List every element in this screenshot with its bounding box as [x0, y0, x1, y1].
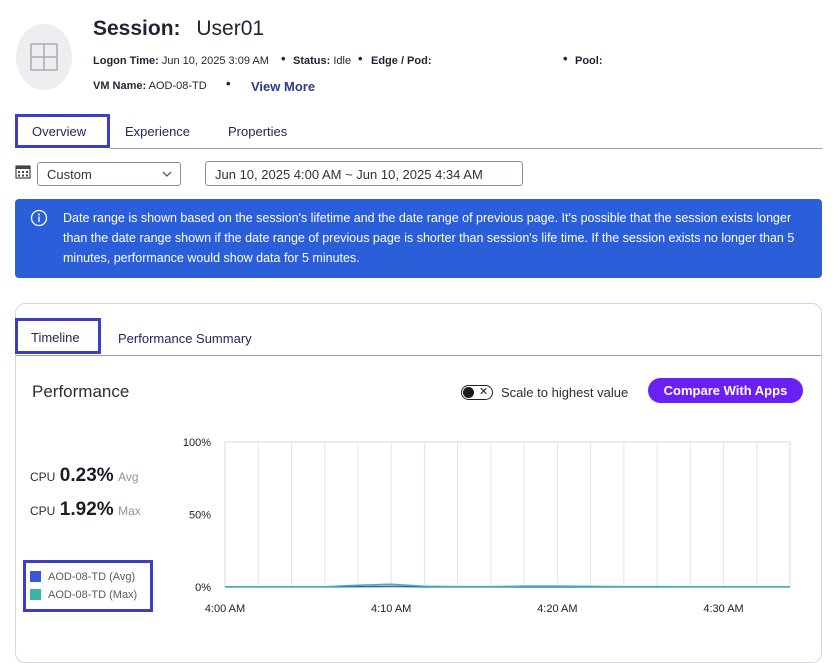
tab-experience[interactable]: Experience — [125, 124, 190, 139]
tab-properties[interactable]: Properties — [228, 124, 287, 139]
stat-value: 1.92% — [59, 499, 114, 520]
info-icon — [30, 209, 48, 227]
legend-item-max[interactable]: AOD-08-TD (Max) — [30, 589, 137, 601]
pool: Pool: — [575, 55, 603, 67]
status: Status: Idle — [293, 55, 352, 67]
tab-performance-summary[interactable]: Performance Summary — [118, 331, 252, 346]
view-more-link[interactable]: View More — [251, 79, 315, 94]
page-title: Session: User01 — [93, 17, 264, 41]
close-icon: ✕ — [479, 386, 489, 398]
info-banner: Date range is shown based on the session… — [15, 199, 822, 278]
compare-with-apps-button[interactable]: Compare With Apps — [648, 378, 803, 403]
tabs-divider — [110, 148, 822, 149]
y-tick-label: 50% — [189, 510, 211, 522]
cpu-line-chart: 100% 50% 0% 4:00 AM 4:10 AM 4:20 AM 4:30 AM — [183, 437, 791, 615]
title-label: Session: — [93, 17, 181, 40]
tab-timeline[interactable]: Timeline — [15, 318, 101, 354]
windows-icon — [30, 43, 58, 71]
x-tick-label: 4:10 AM — [371, 603, 411, 615]
separator-dot: • — [226, 76, 231, 91]
stat-label: CPU — [30, 470, 56, 484]
x-tick-label: 4:20 AM — [537, 603, 577, 615]
tab-overview[interactable]: Overview — [15, 114, 110, 148]
stat-kind: Avg — [118, 470, 139, 484]
title-value: User01 — [196, 17, 265, 40]
logon-time: Logon Time: Jun 10, 2025 3:09 AM — [93, 55, 269, 67]
performance-title: Performance — [32, 382, 130, 401]
date-range-input[interactable]: Jun 10, 2025 4:00 AM ~ Jun 10, 2025 4:34… — [205, 161, 523, 186]
calendar-icon[interactable] — [15, 164, 31, 179]
separator-dot: • — [358, 51, 363, 66]
y-tick-label: 0% — [195, 582, 211, 594]
y-tick-label: 100% — [183, 437, 211, 449]
legend-label: AOD-08-TD (Max) — [48, 589, 138, 601]
x-tick-label: 4:30 AM — [703, 603, 743, 615]
chart-legend: AOD-08-TD (Avg) AOD-08-TD (Max) — [23, 560, 153, 612]
legend-swatch — [30, 589, 41, 600]
plot-area — [224, 441, 791, 588]
separator-dot: • — [281, 51, 286, 66]
vm-name: VM Name: AOD-08-TD — [93, 80, 207, 92]
stat-value: 0.23% — [59, 465, 114, 486]
x-tick-label: 4:00 AM — [205, 603, 245, 615]
stat-label: CPU — [30, 504, 56, 518]
range-select[interactable]: Custom — [37, 162, 181, 186]
cpu-max-stat: CPU 1.92% Max — [30, 499, 141, 521]
series-line-max — [225, 583, 790, 588]
cpu-avg-stat: CPU 0.23% Avg — [30, 465, 139, 487]
legend-item-avg[interactable]: AOD-08-TD (Avg) — [30, 571, 135, 583]
toggle-knob — [463, 387, 474, 398]
stat-kind: Max — [118, 504, 141, 518]
separator-dot: • — [563, 51, 568, 66]
legend-label: AOD-08-TD (Avg) — [48, 571, 136, 583]
banner-text: Date range is shown based on the session… — [63, 211, 795, 265]
scale-toggle[interactable]: ✕ — [461, 385, 493, 400]
range-select-value: Custom — [47, 167, 92, 182]
session-avatar — [16, 24, 72, 90]
edge-pod: Edge / Pod: — [371, 55, 432, 67]
chevron-down-icon — [162, 171, 172, 177]
scale-toggle-label: Scale to highest value — [501, 385, 629, 400]
card-tabs-divider — [16, 355, 821, 356]
legend-swatch — [30, 571, 41, 582]
